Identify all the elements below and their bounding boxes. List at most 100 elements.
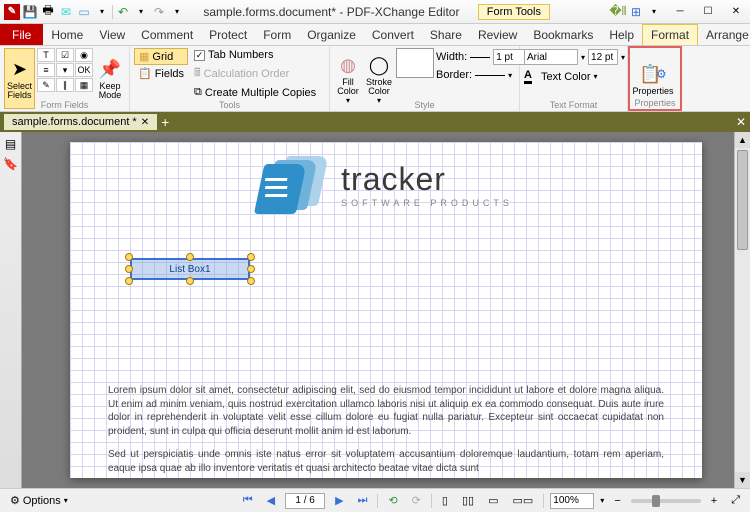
dropdown-icon[interactable]: ▾ [508,71,512,80]
group-properties: 📋⚙ Properties Properties [628,46,682,111]
redo-dropdown-icon[interactable]: ▾ [169,4,185,20]
resize-handle-ne[interactable] [247,253,255,261]
pdf-page: tracker software products List Box1 Lore… [70,142,702,478]
dropdown-icon[interactable]: ▾ [581,53,585,62]
menu-format[interactable]: Format [642,24,698,45]
minimize-button[interactable]: ─ [670,4,690,20]
text-field-button[interactable]: T [37,48,55,62]
checkbox-field-button[interactable]: ☑ [56,48,74,62]
zoom-out-button[interactable]: − [610,494,624,508]
dropdown-icon[interactable]: ▾ [621,53,625,62]
ribbon: ➤ Select Fields T☑◉ ≡▾OK ✎∥▦ 📌 Keep Mode… [0,46,750,112]
resize-handle-se[interactable] [247,277,255,285]
zoom-slider[interactable] [631,499,701,503]
layout-facing-button[interactable]: ▭ [484,493,502,508]
file-menu[interactable]: File [0,24,43,45]
resize-handle-e[interactable] [247,265,255,273]
menu-organize[interactable]: Organize [299,24,364,45]
launch-icon[interactable]: �⫴ [610,4,626,20]
prev-view-button[interactable]: ⟲ [384,493,401,508]
next-view-button[interactable]: ⟳ [408,493,425,508]
layout-facing-continuous-button[interactable]: ▭▭ [509,493,538,508]
group-label-properties: Properties [630,98,680,108]
tab-close-icon[interactable]: ✕ [141,117,149,128]
pin-icon: 📌 [98,57,122,81]
thumbnail-panel-icon[interactable]: ▤ [3,136,19,152]
signature-field-button[interactable]: ✎ [37,78,55,92]
list-field-button[interactable]: ≡ [37,63,55,77]
resize-handle-nw[interactable] [125,253,133,261]
gear-icon: ⚙ [10,494,20,507]
document-tab[interactable]: sample.forms.document *✕ [4,114,157,130]
menu-form[interactable]: Form [255,24,299,45]
fit-page-button[interactable]: ⤢ [727,493,744,508]
next-page-button[interactable]: ▶ [331,493,347,508]
scan-icon[interactable]: ▭ [76,4,92,20]
button-field-button[interactable]: OK [75,63,93,77]
selected-form-field[interactable]: List Box1 [130,258,250,280]
zoom-slider-thumb[interactable] [652,495,660,507]
zoom-in-button[interactable]: + [707,494,721,508]
menu-bookmarks[interactable]: Bookmarks [525,24,601,45]
radio-field-button[interactable]: ◉ [75,48,93,62]
maximize-button[interactable]: ☐ [698,4,718,20]
scroll-down-icon[interactable]: ▼ [735,472,750,488]
combo-field-button[interactable]: ▾ [56,63,74,77]
layout-single-button[interactable]: ▯ [438,493,452,508]
menu-view[interactable]: View [91,24,133,45]
email-icon[interactable]: ✉ [58,4,74,20]
undo-icon[interactable]: ↶ [115,4,131,20]
resize-handle-sw[interactable] [125,277,133,285]
group-label-form-fields: Form Fields [0,100,129,110]
canvas-area[interactable]: tracker software products List Box1 Lore… [22,132,750,488]
fill-color-label: Fill Color [336,78,360,96]
menu-review[interactable]: Review [470,24,525,45]
close-button[interactable]: ✕ [726,4,746,20]
dropdown-icon[interactable]: ▾ [600,496,604,505]
calc-order-button[interactable]: 🖩Calculation Order [190,63,320,84]
image-field-button[interactable]: ▦ [75,78,93,92]
menu-convert[interactable]: Convert [364,24,422,45]
prev-page-button[interactable]: ◀ [263,493,279,508]
barcode-field-button[interactable]: ∥ [56,78,74,92]
print-icon[interactable]: 🖶 [40,4,56,20]
fields-panel-button[interactable]: 📋Fields [134,66,188,81]
bookmarks-panel-icon[interactable]: 🔖 [3,156,19,172]
zoom-input[interactable] [550,493,594,509]
ui-options-icon[interactable]: ⊞ [628,4,644,20]
separator [543,494,544,508]
new-tab-button[interactable]: + [161,114,169,130]
last-page-button[interactable]: ⏭ [354,493,372,508]
create-copies-button[interactable]: ⧉Create Multiple Copies [190,85,320,100]
resize-handle-w[interactable] [125,265,133,273]
menu-comment[interactable]: Comment [133,24,201,45]
menu-home[interactable]: Home [43,24,91,45]
qat-dropdown-icon[interactable]: ▾ [94,4,110,20]
vertical-scrollbar[interactable]: ▲ ▼ [734,132,750,488]
scroll-up-icon[interactable]: ▲ [735,132,750,148]
layout-continuous-button[interactable]: ▯▯ [458,493,478,508]
keep-mode-label: Keep Mode [97,82,123,100]
style-preview[interactable] [396,48,434,78]
menu-help[interactable]: Help [601,24,642,45]
page-number-input[interactable] [285,493,325,509]
save-icon[interactable]: 💾 [22,4,38,20]
first-page-button[interactable]: ⏮ [239,493,257,508]
resize-handle-s[interactable] [186,277,194,285]
ui-dropdown-icon[interactable]: ▾ [646,4,662,20]
logo-text: tracker [341,161,513,198]
font-size-select[interactable] [588,49,618,65]
text-color-button[interactable]: A Text Color▾ [524,68,623,85]
options-button[interactable]: ⚙Options▾ [6,493,72,508]
menu-protect[interactable]: Protect [201,24,255,45]
tabstrip-close-icon[interactable]: ✕ [736,115,746,129]
redo-icon[interactable]: ↷ [151,4,167,20]
resize-handle-n[interactable] [186,253,194,261]
font-select[interactable] [524,49,578,65]
tab-numbers-toggle[interactable]: ✓Tab Numbers [190,48,320,62]
menu-share[interactable]: Share [422,24,470,45]
scroll-thumb[interactable] [737,150,748,250]
menu-arrange[interactable]: Arrange [698,24,750,45]
grid-toggle[interactable]: ▦Grid [134,48,188,65]
undo-dropdown-icon[interactable]: ▾ [133,4,149,20]
